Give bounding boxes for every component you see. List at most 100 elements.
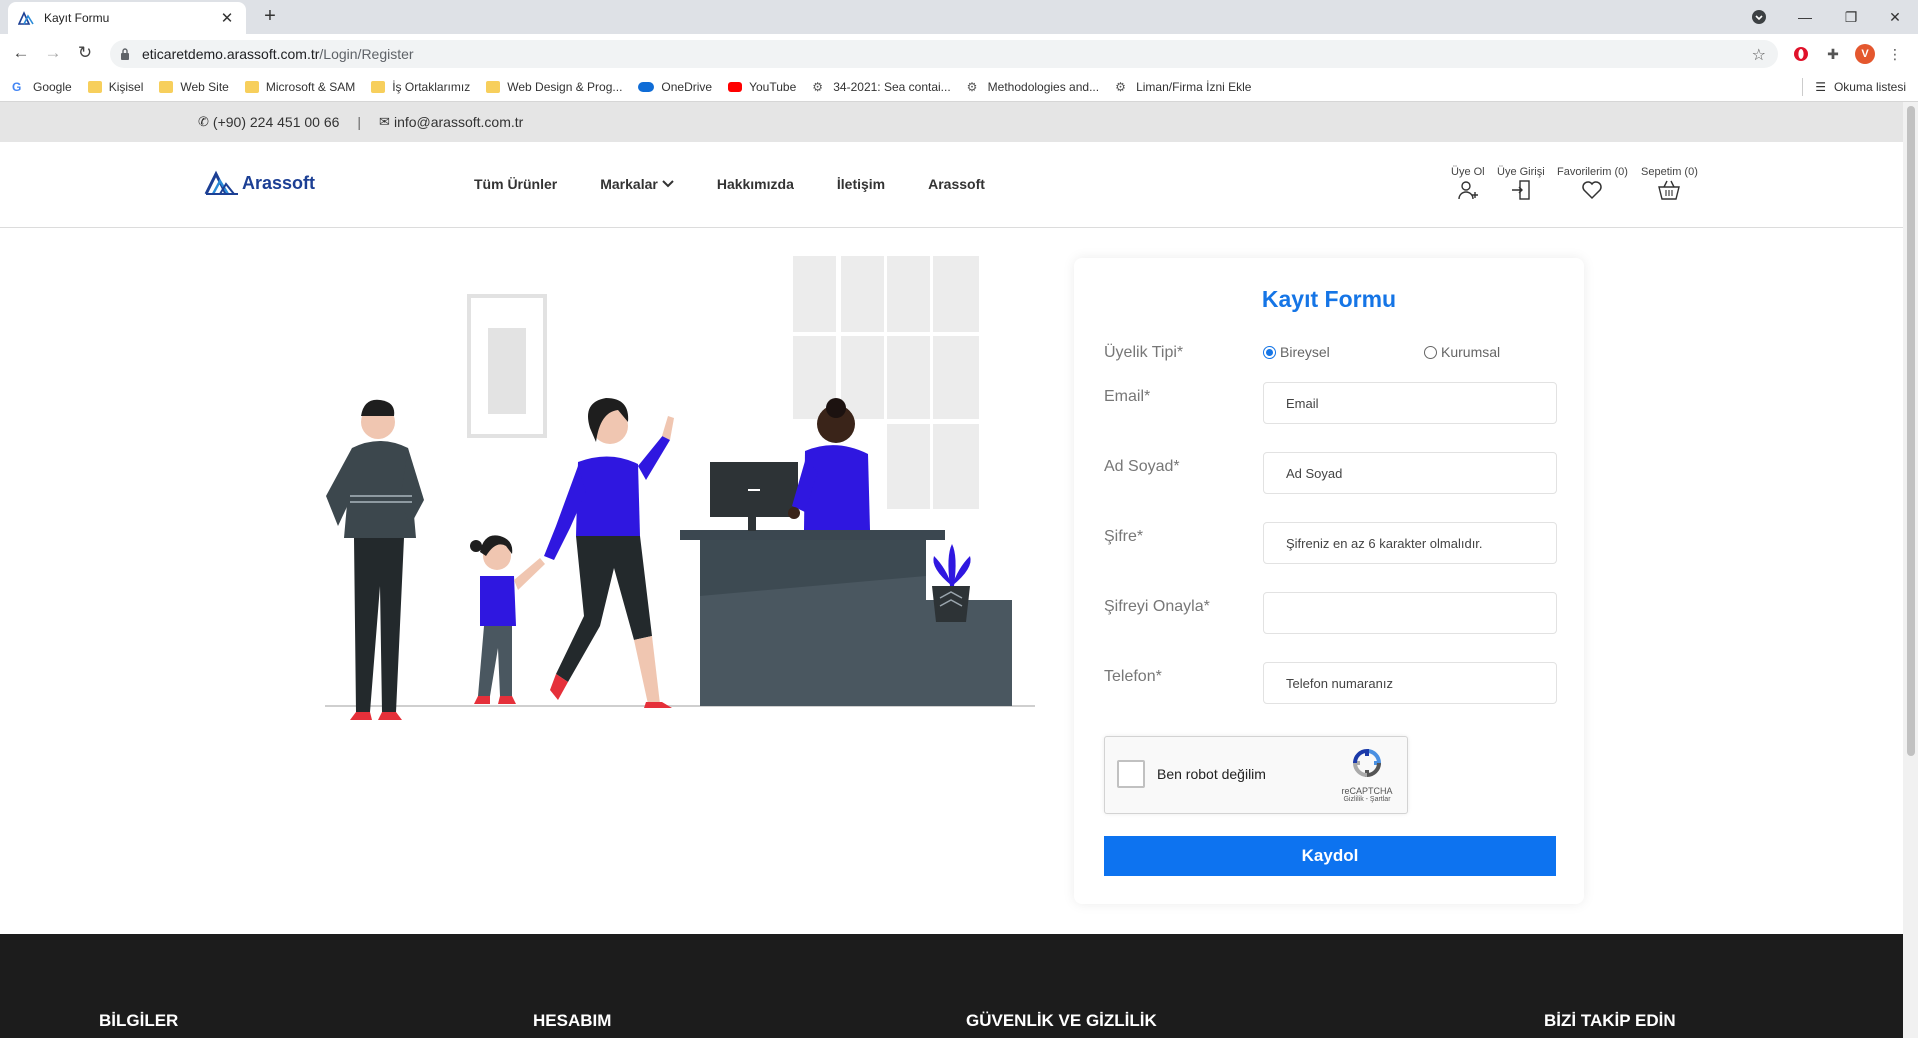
restore-icon[interactable]: ❐: [1828, 0, 1874, 34]
folder-icon: [244, 80, 259, 93]
name-field[interactable]: [1263, 452, 1557, 494]
heart-icon: [1582, 181, 1603, 200]
google-icon: G: [12, 79, 22, 94]
reading-list[interactable]: ☰ Okuma listesi: [1802, 72, 1906, 102]
footer-heading-follow: BİZİ TAKİP EDİN: [1544, 1011, 1676, 1030]
bookmark-item[interactable]: ⚙ 34-2021: Sea contai...: [812, 80, 950, 94]
favorites-link[interactable]: Favorilerim (0): [1557, 166, 1628, 200]
arassoft-favicon-icon: [18, 10, 34, 26]
footer-heading-security: GÜVENLİK VE GİZLİLİK: [966, 1011, 1157, 1030]
tab-search-icon[interactable]: [1736, 0, 1782, 34]
password-label: Şifre*: [1104, 528, 1144, 545]
radio-corporate[interactable]: Kurumsal: [1424, 344, 1500, 360]
footer-heading-info: BİLGİLER: [99, 1011, 179, 1030]
browser-tab[interactable]: Kayıt Formu ✕: [8, 2, 246, 34]
site-logo[interactable]: Arassoft: [204, 170, 315, 196]
bookmark-item[interactable]: İş Ortaklarımız: [371, 80, 470, 94]
phone-field[interactable]: [1263, 662, 1557, 704]
bookmarks-bar: G Google Kişisel Web Site Microsoft & SAM İş …: [0, 72, 1918, 102]
email-label: Email*: [1104, 388, 1151, 405]
membership-type-label: Üyelik Tipi*: [1104, 344, 1184, 361]
nav-contact[interactable]: İletişim: [837, 176, 885, 192]
login-link[interactable]: Üye Girişi: [1497, 166, 1545, 200]
forward-icon[interactable]: →: [42, 42, 64, 64]
bookmark-item[interactable]: G Google: [12, 80, 72, 94]
nav-arassoft[interactable]: Arassoft: [928, 176, 985, 192]
scrollbar-thumb[interactable]: [1907, 106, 1915, 756]
minimize-icon[interactable]: —: [1782, 0, 1828, 34]
password-field[interactable]: [1263, 522, 1557, 564]
recaptcha-logo: reCAPTCHA Gizlilik - Şartlar: [1337, 747, 1397, 803]
bookmark-item[interactable]: Web Site: [159, 80, 229, 94]
extensions-puzzle-icon[interactable]: ✚: [1823, 44, 1843, 64]
recaptcha-icon: [1352, 748, 1382, 778]
cart-link[interactable]: Sepetim (0): [1641, 166, 1698, 200]
family-reception-illustration: [325, 256, 1035, 720]
main-nav: Tüm Ürünler Markalar Hakkımızda İletişim…: [474, 176, 1028, 192]
recaptcha-text: Ben robot değilim: [1157, 766, 1266, 782]
bookmark-item[interactable]: YouTube: [728, 80, 796, 94]
new-tab-button[interactable]: +: [258, 5, 282, 29]
reading-list-icon: ☰: [1815, 80, 1826, 94]
nav-all-products[interactable]: Tüm Ürünler: [474, 176, 557, 192]
radio-unselected-icon: [1424, 345, 1437, 359]
contact-phone[interactable]: (+90) 224 451 00 66: [213, 114, 340, 130]
basket-icon: [1658, 180, 1681, 200]
recaptcha-widget: Ben robot değilim reCAPTCHA Gizlilik - Ş…: [1104, 736, 1408, 814]
nav-brands[interactable]: Markalar: [600, 176, 674, 192]
mail-icon: ✉: [379, 114, 390, 129]
contact-email[interactable]: info@arassoft.com.tr: [394, 114, 523, 130]
logo-text: Arassoft: [242, 172, 316, 193]
browser-toolbar: ← → ↻ eticaretdemo.arassoft.com.tr/Login…: [0, 34, 1918, 72]
confirm-password-label: Şifreyi Onayla*: [1104, 598, 1210, 615]
lock-icon: [120, 48, 134, 60]
page-scrollbar[interactable]: [1903, 102, 1918, 1038]
url-text: eticaretdemo.arassoft.com.tr/Login/Regis…: [142, 46, 414, 62]
site-icon: ⚙: [812, 79, 824, 94]
reload-icon[interactable]: ↻: [74, 42, 96, 64]
folder-icon: [159, 80, 174, 93]
tab-title: Kayıt Formu: [44, 11, 110, 25]
browser-menu-icon[interactable]: ⋮: [1885, 44, 1905, 64]
confirm-password-field[interactable]: [1263, 592, 1557, 634]
footer-heading-account: HESABIM: [533, 1011, 612, 1030]
contact-topbar: ✆ (+90) 224 451 00 66 | ✉ info@arassoft.…: [0, 102, 1903, 142]
register-illustration: [300, 256, 1040, 736]
bookmark-item[interactable]: Microsoft & SAM: [244, 80, 355, 94]
browser-tabstrip: Kayıt Formu ✕ + — ❐ ✕: [0, 0, 1918, 34]
radio-individual[interactable]: Bireysel: [1263, 344, 1330, 360]
tab-close-icon[interactable]: ✕: [218, 9, 236, 27]
bookmark-item[interactable]: ⚙ Liman/Firma İzni Ekle: [1115, 80, 1251, 94]
recaptcha-checkbox[interactable]: [1117, 760, 1145, 788]
bookmark-item[interactable]: ⚙ Methodologies and...: [967, 80, 1099, 94]
address-bar[interactable]: eticaretdemo.arassoft.com.tr/Login/Regis…: [110, 40, 1778, 68]
onedrive-icon: [638, 81, 655, 92]
register-submit-button[interactable]: Kaydol: [1104, 836, 1556, 876]
bookmark-star-icon[interactable]: ☆: [1752, 45, 1766, 65]
user-plus-icon: [1458, 181, 1478, 200]
register-link[interactable]: Üye Ol: [1451, 166, 1485, 200]
opera-extension-icon[interactable]: [1791, 44, 1811, 64]
web-page: ✆ (+90) 224 451 00 66 | ✉ info@arassoft.…: [0, 102, 1903, 1038]
bookmark-item[interactable]: OneDrive: [638, 80, 712, 94]
site-icon: ⚙: [1115, 79, 1126, 94]
folder-icon: [486, 80, 501, 93]
phone-label: Telefon*: [1104, 668, 1162, 685]
profile-avatar[interactable]: V: [1855, 44, 1875, 64]
form-title: Kayıt Formu: [1261, 286, 1397, 312]
close-window-icon[interactable]: ✕: [1872, 0, 1918, 34]
radio-selected-icon: [1263, 345, 1276, 359]
name-label: Ad Soyad*: [1104, 458, 1180, 475]
youtube-icon: [728, 81, 743, 92]
bookmark-item[interactable]: Kişisel: [87, 80, 143, 94]
phone-icon: ✆: [198, 114, 209, 129]
bookmark-item[interactable]: Web Design & Prog...: [486, 80, 622, 94]
folder-icon: [87, 80, 102, 93]
back-icon[interactable]: ←: [10, 42, 32, 64]
contact-divider: |: [357, 114, 362, 130]
email-field[interactable]: [1263, 382, 1557, 424]
nav-about[interactable]: Hakkımızda: [717, 176, 794, 192]
register-form: Kayıt Formu Üyelik Tipi* Bireysel Kurums…: [1074, 258, 1584, 904]
site-footer: BİLGİLER HESABIM GÜVENLİK VE GİZLİLİK Bİ…: [0, 934, 1903, 1038]
site-icon: ⚙: [966, 79, 978, 94]
